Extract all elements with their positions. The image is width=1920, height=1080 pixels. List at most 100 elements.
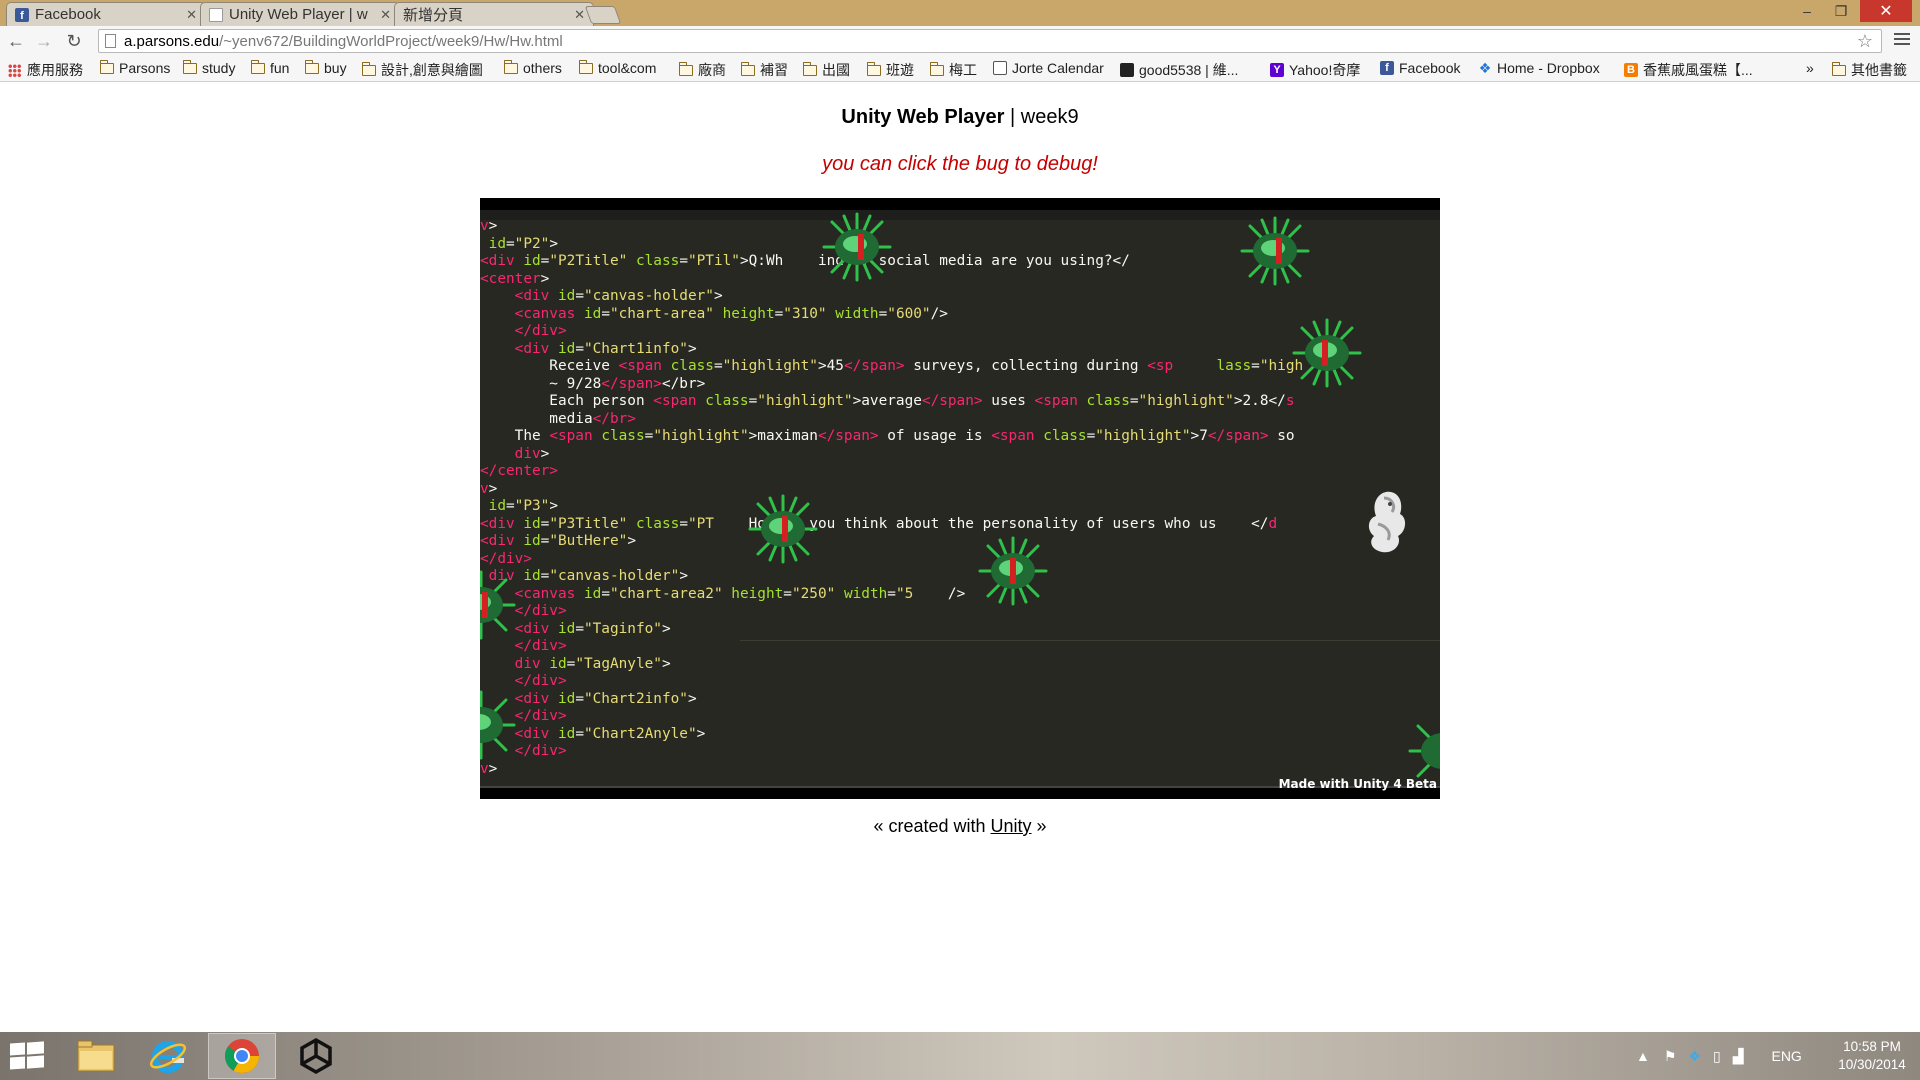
bug-icon[interactable] bbox=[480, 570, 516, 640]
minimize-button[interactable]: – bbox=[1790, 0, 1824, 22]
facebook-icon: f bbox=[1380, 61, 1394, 75]
bookmark-label: Facebook bbox=[1399, 60, 1461, 76]
apps-icon bbox=[8, 63, 21, 77]
taskbar-unity[interactable] bbox=[282, 1033, 350, 1079]
created-prefix: « created with bbox=[873, 816, 991, 836]
bookmark-folder-study[interactable]: study bbox=[182, 59, 235, 76]
bookmark-banana-cake[interactable]: B 香蕉戚風蛋糕【... bbox=[1624, 60, 1753, 80]
unity-player[interactable]: v> id="P2"> <div id="P2Title" class="PTi… bbox=[480, 198, 1440, 799]
bug-icon[interactable] bbox=[1240, 216, 1310, 286]
bookmark-label: 廠商 bbox=[698, 62, 726, 78]
bug-icon[interactable] bbox=[1408, 716, 1440, 786]
bookmark-folder-vendors[interactable]: 廠商 bbox=[678, 60, 726, 80]
bookmark-jorte-calendar[interactable]: Jorte Calendar bbox=[993, 60, 1104, 76]
bookmark-folder-abroad[interactable]: 出國 bbox=[802, 60, 850, 80]
reload-icon: ↻ bbox=[66, 30, 82, 51]
signal-icon[interactable]: ▟ bbox=[1733, 1048, 1744, 1065]
bookmark-star-icon[interactable]: ☆ bbox=[1857, 31, 1873, 52]
folder-icon bbox=[361, 61, 376, 76]
file-explorer-icon bbox=[77, 1040, 115, 1072]
bookmark-label: buy bbox=[324, 60, 347, 76]
bookmark-folder-others[interactable]: others bbox=[503, 59, 562, 76]
bookmark-folder-cram[interactable]: 補習 bbox=[740, 60, 788, 80]
maximize-button[interactable]: ❐ bbox=[1824, 0, 1858, 22]
bug-icon[interactable] bbox=[822, 212, 892, 282]
bookmark-dropbox[interactable]: ❖ Home - Dropbox bbox=[1478, 59, 1600, 77]
reload-button[interactable]: ↻ bbox=[62, 29, 86, 53]
bookmark-folder-buy[interactable]: buy bbox=[304, 59, 347, 76]
bookmark-folder-meigong[interactable]: 梅工 bbox=[929, 60, 977, 80]
bookmark-label: 其他書籤 bbox=[1851, 62, 1907, 78]
new-tab-button[interactable] bbox=[584, 6, 622, 24]
dropbox-icon: ❖ bbox=[1478, 59, 1492, 76]
bookmarks-overflow-button[interactable]: » bbox=[1806, 60, 1814, 76]
clock-date: 10/30/2014 bbox=[1838, 1057, 1906, 1072]
bookmark-folder-other[interactable]: 其他書籤 bbox=[1831, 60, 1907, 80]
taskbar-internet-explorer[interactable] bbox=[134, 1033, 202, 1079]
tab-title: 新增分頁 bbox=[403, 7, 464, 24]
bookmark-label: 梅工 bbox=[949, 62, 977, 78]
taskbar-chrome[interactable] bbox=[208, 1033, 276, 1079]
browser-titlebar: f Facebook ✕ Unity Web Player | w ✕ 新增分頁… bbox=[0, 0, 1920, 26]
folder-icon bbox=[678, 61, 693, 76]
page-title: Unity Web Player | week9 bbox=[0, 106, 1920, 129]
player-character-icon[interactable] bbox=[1364, 488, 1410, 558]
folder-icon bbox=[740, 61, 755, 76]
address-bar[interactable]: a.parsons.edu/~yenv672/BuildingWorldProj… bbox=[98, 29, 1882, 53]
bookmark-facebook[interactable]: f Facebook bbox=[1380, 60, 1460, 76]
close-icon[interactable]: ✕ bbox=[574, 7, 585, 23]
folder-icon bbox=[802, 61, 817, 76]
bookmark-label: 出國 bbox=[822, 62, 850, 78]
blogger-icon: B bbox=[1624, 63, 1638, 77]
menu-icon[interactable] bbox=[1894, 31, 1910, 47]
close-window-button[interactable]: ✕ bbox=[1860, 0, 1912, 22]
bookmark-folder-design[interactable]: 設計,創意與繪圖 bbox=[361, 60, 483, 80]
debug-hint: you can click the bug to debug! bbox=[822, 153, 1098, 175]
forward-button[interactable]: → bbox=[32, 29, 56, 53]
back-button[interactable]: ← bbox=[4, 29, 28, 53]
bookmark-folder-parsons[interactable]: Parsons bbox=[99, 59, 170, 76]
bookmark-label: 香蕉戚風蛋糕【... bbox=[1643, 62, 1753, 78]
unity-link[interactable]: Unity bbox=[991, 816, 1032, 836]
created-suffix: » bbox=[1031, 816, 1047, 836]
created-with-footer: « created with Unity » bbox=[0, 816, 1920, 837]
close-icon[interactable]: ✕ bbox=[380, 7, 391, 23]
bookmark-folder-fun[interactable]: fun bbox=[250, 59, 289, 76]
bug-icon[interactable] bbox=[748, 494, 818, 564]
tab-unity-web-player[interactable]: Unity Web Player | w ✕ bbox=[200, 2, 400, 26]
tab-new-tab[interactable]: 新增分頁 ✕ bbox=[394, 2, 594, 26]
bookmarks-bar: 應用服務 Parsons study fun buy 設計,創意與繪圖 othe… bbox=[0, 56, 1920, 82]
system-clock[interactable]: 10:58 PM 10/30/2014 bbox=[1830, 1038, 1914, 1074]
windows-start-icon[interactable] bbox=[10, 1041, 44, 1071]
bookmark-good5538[interactable]: good5538 | 維... bbox=[1120, 60, 1238, 80]
taskbar-file-explorer[interactable] bbox=[62, 1033, 130, 1079]
bookmark-label: Jorte Calendar bbox=[1012, 60, 1104, 76]
folder-icon bbox=[503, 59, 518, 74]
folder-icon bbox=[578, 59, 593, 74]
page-icon bbox=[105, 34, 116, 48]
bookmark-label: 補習 bbox=[760, 62, 788, 78]
page-title-bold: Unity Web Player bbox=[841, 106, 1005, 128]
folder-icon bbox=[99, 59, 114, 74]
language-indicator[interactable]: ENG bbox=[1771, 1048, 1801, 1064]
bookmark-yahoo[interactable]: Y Yahoo!奇摩 bbox=[1270, 60, 1360, 80]
chevron-up-icon[interactable]: ▲ bbox=[1636, 1048, 1650, 1064]
flag-icon[interactable]: ⚑ bbox=[1664, 1048, 1677, 1065]
bookmark-apps[interactable]: 應用服務 bbox=[8, 60, 83, 80]
bookmark-label: tool&com bbox=[598, 60, 657, 76]
bug-icon[interactable] bbox=[480, 690, 516, 760]
dropbox-tray-icon[interactable]: ❖ bbox=[1688, 1048, 1701, 1065]
tab-facebook[interactable]: f Facebook ✕ bbox=[6, 2, 206, 26]
yahoo-icon: Y bbox=[1270, 63, 1284, 77]
battery-icon[interactable]: ▯ bbox=[1713, 1048, 1721, 1065]
browser-toolbar: ← → ↻ a.parsons.edu/~yenv672/BuildingWor… bbox=[0, 26, 1920, 56]
folder-icon bbox=[304, 59, 319, 74]
close-icon[interactable]: ✕ bbox=[186, 7, 197, 23]
page-title-rest: week9 bbox=[1020, 106, 1079, 128]
bookmark-folder-trip[interactable]: 班遊 bbox=[866, 60, 914, 80]
system-tray: ▲ ⚑ ❖ ▯ ▟ ENG bbox=[1636, 1032, 1802, 1080]
bug-icon[interactable] bbox=[978, 536, 1048, 606]
bookmark-folder-toolcom[interactable]: tool&com bbox=[578, 59, 657, 76]
game-background-code: v> id="P2"> <div id="P2Title" class="PTi… bbox=[480, 210, 1440, 788]
bug-icon[interactable] bbox=[1292, 318, 1362, 388]
